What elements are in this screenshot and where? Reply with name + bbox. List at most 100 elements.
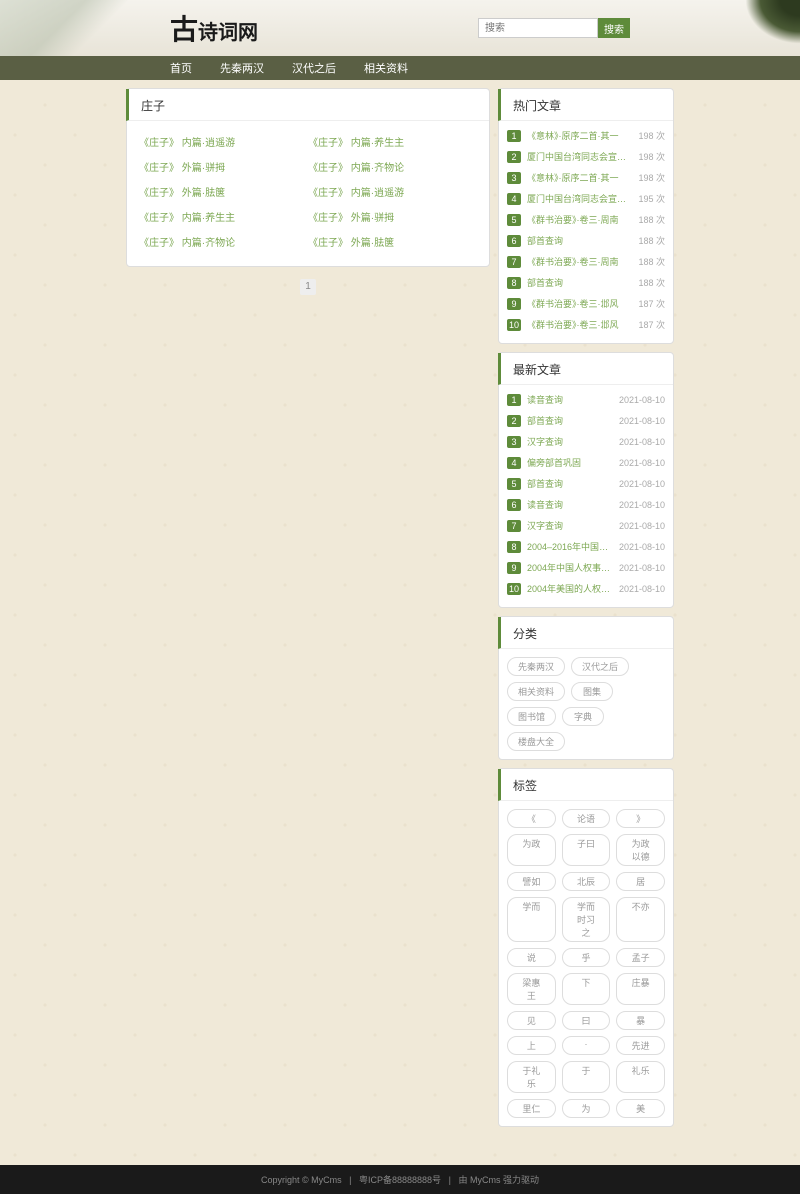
article-link[interactable]: 《庄子》 内篇·齐物论: [308, 154, 477, 179]
tag-item[interactable]: 于: [562, 1061, 611, 1093]
tag-item[interactable]: 学而时习之: [562, 897, 611, 942]
rank-number: 9: [507, 298, 521, 310]
rank-link[interactable]: 2004年中国人权事业的进展: [527, 561, 615, 574]
tag-item[interactable]: 下: [562, 973, 611, 1005]
article-link[interactable]: 《庄子》 外篇·胠箧: [139, 179, 308, 204]
tag-item[interactable]: 曰: [562, 1011, 611, 1030]
tag-item[interactable]: 于礼乐: [507, 1061, 556, 1093]
rank-meta: 2021-08-10: [619, 479, 665, 489]
tag-item[interactable]: 》: [616, 809, 665, 828]
list-item: 1读音查询2021-08-10: [507, 389, 665, 410]
search-input[interactable]: [478, 18, 598, 38]
rank-number: 6: [507, 235, 521, 247]
article-link[interactable]: 《庄子》 内篇·齐物论: [139, 229, 308, 254]
rank-link[interactable]: 《群书治要》·卷三·周南: [527, 213, 634, 226]
category-item[interactable]: 先秦两汉: [507, 657, 565, 676]
tag-item[interactable]: 庄暴: [616, 973, 665, 1005]
nav-pre-qin-han[interactable]: 先秦两汉: [220, 60, 264, 76]
rank-link[interactable]: 部首查询: [527, 477, 615, 490]
tag-item[interactable]: 论语: [562, 809, 611, 828]
list-item: 7《群书治要》·卷三·周南188 次: [507, 251, 665, 272]
footer-icp[interactable]: 粤ICP备88888888号: [359, 1175, 441, 1185]
rank-meta: 188 次: [638, 213, 665, 226]
rank-meta: 198 次: [638, 129, 665, 142]
logo-main: 古: [170, 15, 198, 46]
tag-item[interactable]: 为: [562, 1099, 611, 1118]
rank-link[interactable]: 读音查询: [527, 498, 615, 511]
rank-link[interactable]: 厦门中国台湾同志会宣言 (1925: [527, 192, 634, 205]
tag-item[interactable]: 美: [616, 1099, 665, 1118]
tag-item[interactable]: 乎: [562, 948, 611, 967]
footer-sep: |: [449, 1175, 451, 1185]
tag-item[interactable]: 说: [507, 948, 556, 967]
article-link[interactable]: 《庄子》 外篇·骈拇: [308, 204, 477, 229]
list-item: 2部首查询2021-08-10: [507, 410, 665, 431]
rank-meta: 188 次: [638, 276, 665, 289]
tag-item[interactable]: 暴: [616, 1011, 665, 1030]
categories-panel: 分类 先秦两汉汉代之后相关资料图集图书馆字典楼盘大全: [498, 616, 674, 760]
tag-item[interactable]: 先进: [616, 1036, 665, 1055]
rank-number: 2: [507, 151, 521, 163]
categories-title: 分类: [498, 617, 673, 649]
rank-link[interactable]: 读音查询: [527, 393, 615, 406]
rank-link[interactable]: 《意林》·原序二首·其一: [527, 129, 634, 142]
header: 古诗词网 搜索: [0, 0, 800, 56]
rank-link[interactable]: 2004年美国的人权纪录: [527, 582, 615, 595]
tag-item[interactable]: 里仁: [507, 1099, 556, 1118]
article-link[interactable]: 《庄子》 内篇·养生主: [139, 204, 308, 229]
rank-number: 7: [507, 256, 521, 268]
tag-item[interactable]: 见: [507, 1011, 556, 1030]
rank-link[interactable]: 厦门中国台湾同志会宣言 (1925: [527, 150, 634, 163]
rank-link[interactable]: 偏旁部首巩固: [527, 456, 615, 469]
rank-number: 6: [507, 499, 521, 511]
nav-home[interactable]: 首页: [170, 60, 192, 76]
article-link[interactable]: 《庄子》 内篇·逍遥游: [308, 179, 477, 204]
tag-item[interactable]: 居: [616, 872, 665, 891]
article-link[interactable]: 《庄子》 外篇·骈拇: [139, 154, 308, 179]
rank-link[interactable]: 汉字查询: [527, 519, 615, 532]
rank-link[interactable]: 部首查询: [527, 276, 634, 289]
category-item[interactable]: 相关资料: [507, 682, 565, 701]
rank-link[interactable]: 《群书治要》·卷三·周南: [527, 255, 634, 268]
tag-item[interactable]: 譬如: [507, 872, 556, 891]
tag-item[interactable]: 孟子: [616, 948, 665, 967]
tag-item[interactable]: 为政以德: [616, 834, 665, 866]
tag-item[interactable]: ·: [562, 1036, 611, 1055]
article-link[interactable]: 《庄子》 外篇·胠箧: [308, 229, 477, 254]
tag-item[interactable]: 不亦: [616, 897, 665, 942]
category-item[interactable]: 汉代之后: [571, 657, 629, 676]
footer-by-link[interactable]: MyCms: [470, 1175, 501, 1185]
category-item[interactable]: 图书馆: [507, 707, 556, 726]
rank-meta: 2021-08-10: [619, 542, 665, 552]
rank-link[interactable]: 《群书治要》·卷三·邶风: [527, 318, 634, 331]
rank-link[interactable]: 汉字查询: [527, 435, 615, 448]
rank-meta: 2021-08-10: [619, 563, 665, 573]
rank-link[interactable]: 《群书治要》·卷三·邶风: [527, 297, 634, 310]
tag-item[interactable]: 上: [507, 1036, 556, 1055]
tag-item[interactable]: 梁惠王: [507, 973, 556, 1005]
nav-resources[interactable]: 相关资料: [364, 60, 408, 76]
nav-post-han[interactable]: 汉代之后: [292, 60, 336, 76]
category-item[interactable]: 图集: [571, 682, 613, 701]
category-item[interactable]: 字典: [562, 707, 604, 726]
rank-link[interactable]: 2004–2016年中国生态系统研究: [527, 540, 615, 553]
rank-number: 2: [507, 415, 521, 427]
category-item[interactable]: 楼盘大全: [507, 732, 565, 751]
tag-item[interactable]: 礼乐: [616, 1061, 665, 1093]
rank-link[interactable]: 《意林》·原序二首·其一: [527, 171, 634, 184]
site-logo[interactable]: 古诗词网: [170, 8, 258, 48]
article-link[interactable]: 《庄子》 内篇·逍遥游: [139, 129, 308, 154]
rank-link[interactable]: 部首查询: [527, 234, 634, 247]
article-link[interactable]: 《庄子》 内篇·养生主: [308, 129, 477, 154]
tag-item[interactable]: 子曰: [562, 834, 611, 866]
tag-item[interactable]: 为政: [507, 834, 556, 866]
tag-item[interactable]: 《: [507, 809, 556, 828]
sidebar: 热门文章 1《意林》·原序二首·其一198 次2厦门中国台湾同志会宣言 (192…: [498, 88, 674, 1135]
tag-item[interactable]: 北辰: [562, 872, 611, 891]
list-item: 3汉字查询2021-08-10: [507, 431, 665, 452]
tag-item[interactable]: 学而: [507, 897, 556, 942]
rank-link[interactable]: 部首查询: [527, 414, 615, 427]
search-button[interactable]: 搜索: [598, 18, 630, 38]
main-column: 庄子 《庄子》 内篇·逍遥游 《庄子》 内篇·养生主 《庄子》 外篇·骈拇 《庄…: [126, 88, 490, 307]
page-current[interactable]: 1: [300, 279, 316, 295]
